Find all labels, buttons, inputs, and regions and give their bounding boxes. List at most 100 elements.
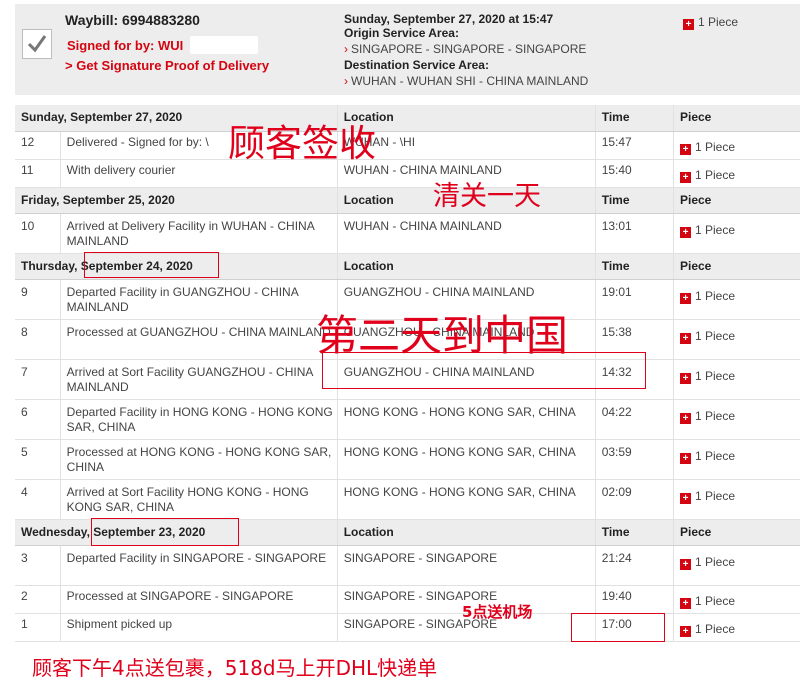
piece-label: 1 Piece (695, 368, 736, 383)
expand-plus-icon[interactable]: + (680, 558, 691, 570)
event-time: 21:24 (594, 545, 674, 586)
time-column-header: Time (594, 519, 674, 546)
annotation-five-pm-airport: 5点送机场 (462, 603, 533, 621)
piece-label: 1 Piece (695, 621, 736, 636)
table-row: 12 Delivered - Signed for by: \ WUHAN - \H… (15, 131, 800, 160)
signature-proof-link[interactable]: > Get Signature Proof of Delivery (65, 58, 269, 73)
event-description: Departed Facility in HONG KONG - HONG KO… (59, 399, 338, 440)
event-number: 12 (15, 131, 61, 160)
highlight-box-sep24 (84, 252, 219, 278)
destination-label: Destination Service Area: (344, 58, 489, 72)
expand-plus-icon[interactable]: + (680, 452, 691, 464)
event-description: Processed at SINGAPORE - SINGAPORE (59, 585, 338, 614)
event-location: SINGAPORE - SINGAPORE (336, 545, 596, 586)
redaction-mask (190, 36, 258, 54)
expand-plus-icon[interactable]: + (680, 171, 691, 183)
event-piece[interactable]: +1 Piece (673, 439, 800, 480)
event-piece[interactable]: +1 Piece (673, 545, 800, 586)
table-row: 2 Processed at SINGAPORE - SINGAPORE SINGA… (15, 585, 800, 614)
event-description: Arrived at Sort Facility GUANGZHOU - CHI… (59, 359, 338, 400)
event-location: HONG KONG - HONG KONG SAR, CHINA (336, 439, 596, 480)
event-number: 10 (15, 213, 61, 254)
annotation-customer-signed: 顾客签收 (228, 122, 376, 165)
event-time: 15:40 (594, 159, 674, 188)
event-piece[interactable]: +1 Piece (673, 479, 800, 520)
piece-label: 1 Piece (695, 167, 736, 182)
event-piece[interactable]: +1 Piece (673, 213, 800, 254)
event-location: HONG KONG - HONG KONG SAR, CHINA (336, 479, 596, 520)
table-row: 11 With delivery courier WUHAN - CHINA MAI… (15, 159, 800, 188)
event-time: 03:59 (594, 439, 674, 480)
time-column-header: Time (594, 187, 674, 214)
expand-plus-icon[interactable]: + (680, 143, 691, 155)
table-row: 1 Shipment picked up SINGAPORE - SINGAPORE… (15, 613, 800, 642)
delivered-check-icon (22, 29, 52, 59)
event-piece[interactable]: +1 Piece (673, 359, 800, 400)
piece-label: 1 Piece (695, 139, 736, 154)
piece-label: 1 Piece (695, 222, 736, 237)
event-description: Processed at HONG KONG - HONG KONG SAR, … (59, 439, 338, 480)
event-time: 13:01 (594, 213, 674, 254)
event-piece[interactable]: +1 Piece (673, 585, 800, 614)
header-piece[interactable]: +1 Piece (683, 15, 738, 30)
event-number: 6 (15, 399, 61, 440)
piece-label: 1 Piece (695, 448, 736, 463)
time-column-header: Time (594, 253, 674, 280)
origin-label: Origin Service Area: (344, 26, 459, 40)
event-number: 4 (15, 479, 61, 520)
event-description: Processed at GUANGZHOU - CHINA MAINLAND (59, 319, 338, 360)
expand-plus-icon[interactable]: + (680, 412, 691, 424)
piece-label: 1 Piece (695, 408, 736, 423)
event-piece[interactable]: +1 Piece (673, 159, 800, 188)
event-piece[interactable]: +1 Piece (673, 131, 800, 160)
destination-value: › WUHAN - WUHAN SHI - CHINA MAINLAND (344, 74, 589, 88)
expand-plus-icon[interactable]: + (680, 332, 691, 344)
piece-label: 1 Piece (695, 328, 736, 343)
event-piece[interactable]: +1 Piece (673, 279, 800, 320)
event-description: Arrived at Delivery Facility in WUHAN - … (59, 213, 338, 254)
date-header-row: Friday, September 25, 2020 Location Time Pi… (15, 187, 800, 214)
expand-plus-icon[interactable]: + (680, 292, 691, 304)
event-location: HONG KONG - HONG KONG SAR, CHINA (336, 399, 596, 440)
highlight-box-sep23 (91, 518, 239, 546)
event-piece[interactable]: +1 Piece (673, 319, 800, 360)
event-number: 7 (15, 359, 61, 400)
table-row: 3 Departed Facility in SINGAPORE - SINGAP… (15, 545, 800, 586)
piece-label: 1 Piece (695, 288, 736, 303)
highlight-box-guangzhou (322, 352, 646, 389)
event-piece[interactable]: +1 Piece (673, 613, 800, 642)
event-piece[interactable]: +1 Piece (673, 399, 800, 440)
event-description: Departed Facility in GUANGZHOU - CHINA M… (59, 279, 338, 320)
event-time: 19:40 (594, 585, 674, 614)
expand-plus-icon[interactable]: + (680, 492, 691, 504)
piece-label: 1 Piece (695, 554, 736, 569)
signed-for: Signed for by: WUI (67, 38, 184, 53)
origin-value: › SINGAPORE - SINGAPORE - SINGAPORE (344, 42, 587, 56)
piece-label: 1 Piece (695, 593, 736, 608)
expand-plus-icon[interactable]: + (683, 19, 694, 30)
event-description: Arrived at Sort Facility HONG KONG - HON… (59, 479, 338, 520)
expand-plus-icon[interactable]: + (680, 597, 691, 609)
annotation-one-day-clearance: 清关一天 (433, 181, 541, 212)
event-time: 02:09 (594, 479, 674, 520)
date-header: Friday, September 25, 2020 (15, 187, 338, 214)
table-row: 10 Arrived at Delivery Facility in WUHAN … (15, 213, 800, 254)
piece-column-header: Piece (673, 519, 800, 546)
event-number: 3 (15, 545, 61, 586)
expand-plus-icon[interactable]: + (680, 226, 691, 238)
event-number: 8 (15, 319, 61, 360)
event-location: WUHAN - CHINA MAINLAND (336, 213, 596, 254)
piece-column-header: Piece (673, 105, 800, 132)
event-description: Departed Facility in SINGAPORE - SINGAPO… (59, 545, 338, 586)
highlight-box-1700 (571, 613, 665, 642)
event-time: 19:01 (594, 279, 674, 320)
event-time: 15:47 (594, 131, 674, 160)
expand-plus-icon[interactable]: + (680, 625, 691, 637)
location-column-header: Location (336, 519, 596, 546)
event-number: 1 (15, 613, 61, 642)
piece-label: 1 Piece (695, 488, 736, 503)
expand-plus-icon[interactable]: + (680, 372, 691, 384)
location-column-header: Location (336, 253, 596, 280)
table-row: 4 Arrived at Sort Facility HONG KONG - HO… (15, 479, 800, 520)
piece-column-header: Piece (673, 253, 800, 280)
